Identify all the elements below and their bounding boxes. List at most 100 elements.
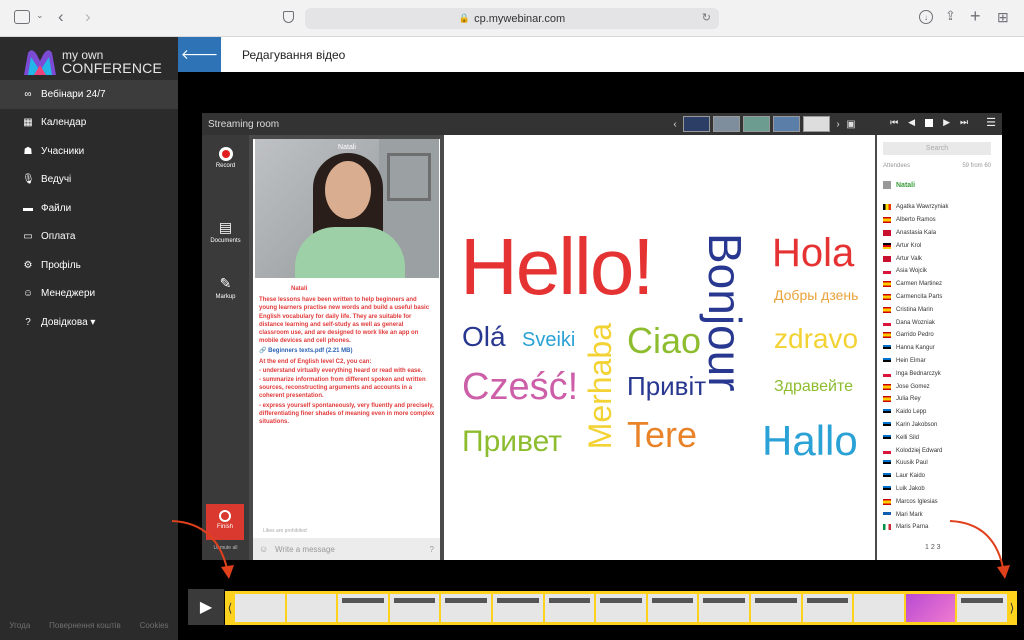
play-button[interactable]: ▶ [188,589,224,625]
back-button[interactable]: 🡐 [178,37,221,72]
chevron-down-icon[interactable]: ⌄ [36,10,44,21]
sidebar-item-webinars[interactable]: ∞ Вебінари 24/7 [0,80,178,109]
chevron-right-icon[interactable]: › [833,119,843,130]
documents-tool[interactable]: ▤ Documents [202,219,249,244]
timeline-frame[interactable] [647,594,698,622]
attendee-row[interactable]: Dana Wozniak [883,316,991,329]
slide-thumbnail[interactable] [683,116,710,132]
image-icon[interactable]: ▣ [846,119,856,130]
footer-link-refunds[interactable]: Повернення коштів [49,621,121,630]
attendee-row[interactable]: Asia Wojcik [883,265,991,278]
share-icon[interactable]: ⇪ [945,8,956,24]
timeline-frame[interactable] [286,594,337,622]
timeline-frame[interactable] [802,594,853,622]
address-bar[interactable]: 🔒 cp.mywebinar.com ↻ [305,8,719,29]
timeline-frame[interactable] [544,594,595,622]
download-icon[interactable]: ↓ [919,10,933,24]
reload-icon[interactable]: ↻ [702,11,711,24]
host-video[interactable]: Natali [255,139,439,278]
attendee-pager[interactable]: 1 2 3 [925,544,941,551]
back-nav-icon[interactable]: ‹ [58,7,64,27]
word-merhaba: Merhaba [582,323,618,450]
attendee-row[interactable]: Kaido Lepp [883,406,991,419]
attendee-row[interactable]: Kelli Sild [883,431,991,444]
attendee-row[interactable]: Artur Krol [883,239,991,252]
first-slide-icon[interactable]: ⏮ [890,117,898,128]
forward-nav-icon[interactable]: › [85,7,91,27]
attendee-row[interactable]: Luik Jakob [883,483,991,496]
sidebar-item-files[interactable]: ▬ Файли [0,194,178,223]
attendee-row[interactable]: Anastasia Kala [883,227,991,240]
sidebar-item-help[interactable]: ? Довідкова ▾ [0,308,178,337]
attendee-row[interactable]: Carmen Martinez [883,278,991,291]
timeline-frame[interactable] [338,594,388,622]
attendee-row[interactable]: Marcos Iglesias [883,495,991,508]
tab-overview-icon[interactable]: ⊞ [997,9,1009,26]
page-header: 🡐 Редагування відео [178,37,1024,72]
attendee-row[interactable]: Alberto Ramos [883,214,991,227]
last-slide-icon[interactable]: ⏭ [960,117,968,128]
attendee-row[interactable]: Julia Rey [883,393,991,406]
attendee-row[interactable]: Inga Bednarczyk [883,367,991,380]
slide-thumbnail[interactable] [743,116,770,132]
attendee-row[interactable]: Cristina Marin [883,303,991,316]
trim-start-handle[interactable]: ⟨ [225,591,235,625]
new-tab-icon[interactable]: + [970,6,981,27]
flag-icon [883,396,891,403]
attendee-row[interactable]: Kuusik Paul [883,457,991,470]
prev-slide-icon[interactable]: ◀ [908,117,915,128]
attendee-row[interactable]: Maris Parna [883,521,991,534]
chevron-left-icon[interactable]: ‹ [670,119,680,130]
timeline-frame[interactable] [492,594,543,622]
timeline-frame[interactable] [957,594,1007,622]
attendee-row[interactable]: Artur Valk [883,252,991,265]
sidebar-item-payment[interactable]: ▭ Оплата [0,223,178,252]
logo[interactable]: my own CONFERENCE [22,47,162,79]
markup-tool[interactable]: ✎ Markup [202,275,249,300]
timeline-frame[interactable] [596,594,646,622]
timeline-frame[interactable] [235,594,285,622]
attendee-row[interactable]: Hein Elmar [883,355,991,368]
attendee-row[interactable]: Garrido Pedro [883,329,991,342]
sidebar-item-hosts[interactable]: 🎙 Ведучі [0,166,178,195]
footer-link-agreement[interactable]: Угода [9,621,30,630]
chat-file-link[interactable]: 🔗 Beginners texts.pdf (2.21 MB) [259,347,435,355]
smile-icon[interactable]: ☺ [259,544,268,554]
sidebar-item-managers[interactable]: ☺ Менеджери [0,280,178,309]
shield-icon[interactable] [283,11,294,23]
help-icon[interactable]: ? [430,545,434,554]
attendee-row[interactable]: Agatka Wawrzyniak [883,201,991,214]
timeline-frame[interactable] [854,594,904,622]
trim-end-handle[interactable]: ⟩ [1007,591,1017,625]
attendee-row[interactable]: Jose Gomez [883,380,991,393]
record-tool[interactable]: Record [202,147,249,169]
attendees-count: 59 from 60 [962,163,991,169]
attendee-row[interactable]: Kolodziej Edward [883,444,991,457]
attendee-row[interactable]: Hanna Kangur [883,342,991,355]
attendee-search[interactable]: Search [883,142,991,155]
timeline-frame[interactable] [905,594,956,622]
sidebar-item-profile[interactable]: ⚙ Профіль [0,251,178,280]
timeline-frame[interactable] [699,594,749,622]
footer-link-cookies[interactable]: Cookies [140,621,169,630]
timeline-frame[interactable] [441,594,491,622]
sidebar-item-calendar[interactable]: ▦ Календар [0,109,178,138]
attendee-row[interactable]: Laur Kaido [883,470,991,483]
menu-icon[interactable]: ☰ [986,116,996,129]
stop-icon[interactable] [925,118,934,127]
timeline-frame[interactable] [389,594,440,622]
attendee-row[interactable]: Mari Mark [883,508,991,521]
timeline-frame[interactable] [750,594,801,622]
attendee-row[interactable]: Carmencita Parts [883,291,991,304]
next-slide-icon[interactable]: ▶ [943,117,950,128]
message-input[interactable]: ☺ Write a message ? [253,538,440,560]
slide-thumbnail[interactable] [803,116,830,132]
unmute-all-tool[interactable]: Unmute all [202,545,249,551]
slide-thumbnail[interactable] [713,116,740,132]
timeline-track[interactable]: ⟨ ⟩ [225,591,1017,625]
sidebar-item-participants[interactable]: ☗ Учасники [0,137,178,166]
slide-thumbnail[interactable] [773,116,800,132]
sidebar-toggle-icon[interactable] [14,10,30,24]
finish-button[interactable]: Finish [206,504,244,540]
attendee-row[interactable]: Karin Jakobson [883,419,991,432]
